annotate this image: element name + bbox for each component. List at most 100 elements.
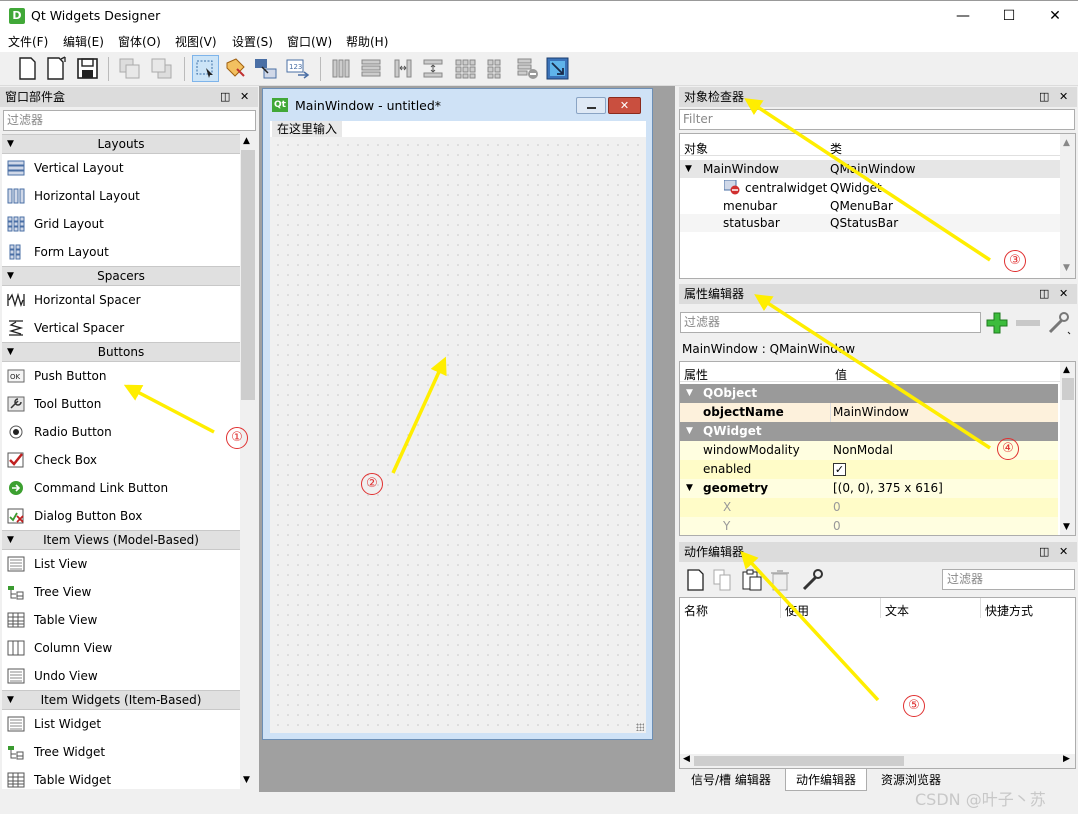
menu-help[interactable]: 帮助(H) [346,33,388,50]
property-value[interactable]: 0 [833,517,841,535]
float-icon[interactable]: ◫ [220,87,230,107]
property-row-x[interactable]: X 0 [680,498,1058,517]
column-shortcut[interactable]: 快捷方式 [985,602,1033,619]
expand-icon[interactable]: ▼ [685,160,692,178]
tree-row[interactable]: statusbar QStatusBar [680,214,1075,232]
configure-wrench-icon[interactable] [1046,310,1072,336]
scroll-down-icon[interactable]: ▼ [1063,522,1070,532]
enabled-checkbox[interactable]: ✓ [833,463,846,476]
edit-tab-order-icon[interactable]: 123 [284,55,311,82]
widget-item-list-view[interactable]: List View [2,550,240,578]
send-to-back-icon[interactable] [116,55,143,82]
widget-item-dialog-button-box[interactable]: Dialog Button Box [2,502,240,530]
widget-item-command-link-button[interactable]: Command Link Button [2,474,240,502]
scroll-right-icon[interactable]: ▶ [1063,754,1070,764]
layout-grid-icon[interactable] [452,55,479,82]
category-layouts[interactable]: ▼ Layouts [2,134,240,154]
form-window[interactable]: Qt MainWindow - untitled* ✕ 在这里输入 [262,88,653,740]
scroll-up-icon[interactable]: ▲ [1063,365,1070,375]
collapse-icon[interactable]: ▼ [7,343,14,361]
delete-action-icon[interactable] [768,568,792,592]
scroll-up-icon[interactable]: ▲ [1063,138,1070,148]
widget-item-push-button[interactable]: OK Push Button [2,362,240,390]
layout-v-splitter-icon[interactable] [420,55,447,82]
menu-form[interactable]: 窗体(O) [118,33,161,50]
layout-vertical-icon[interactable] [358,55,385,82]
open-file-icon[interactable] [43,55,70,82]
collapse-icon[interactable]: ▼ [7,531,14,549]
scroll-up-icon[interactable]: ▲ [243,136,250,146]
save-icon[interactable] [74,55,101,82]
close-icon[interactable]: ✕ [240,87,249,107]
action-filter-input[interactable]: 过滤器 [942,569,1075,590]
bring-to-front-icon[interactable] [148,55,175,82]
tab-action-editor[interactable]: 动作编辑器 [785,769,868,791]
object-inspector-filter-input[interactable]: Filter [679,109,1075,130]
tab-signal-slot-editor[interactable]: 信号/槽 编辑器 [681,769,781,791]
widget-item-check-box[interactable]: Check Box [2,446,240,474]
scroll-down-icon[interactable]: ▼ [243,775,250,785]
widget-item-column-view[interactable]: Column View [2,634,240,662]
edit-signals-icon[interactable] [222,55,249,82]
tree-row[interactable]: menubar QMenuBar [680,197,1075,215]
column-class[interactable]: 类 [830,140,842,157]
property-value[interactable]: [(0, 0), 375 x 616] [833,479,943,498]
widget-item-list-widget[interactable]: List Widget [2,710,240,738]
group-qwidget[interactable]: ▼ QWidget [680,422,1058,441]
menu-edit[interactable]: 编辑(E) [63,33,104,50]
scroll-thumb[interactable] [1062,378,1074,400]
new-action-icon[interactable] [686,568,706,592]
minimize-button[interactable]: — [940,1,986,31]
tree-row[interactable]: ▼ MainWindow QMainWindow [680,160,1075,178]
category-item-widgets-item-based[interactable]: ▼ Item Widgets (Item-Based) [2,690,240,710]
scroll-down-icon[interactable]: ▼ [1063,263,1070,273]
widget-item-tool-button[interactable]: Tool Button [2,390,240,418]
column-object[interactable]: 对象 [684,140,708,157]
close-button[interactable]: ✕ [1032,1,1078,31]
category-item-views-model-based[interactable]: ▼ Item Views (Model-Based) [2,530,240,550]
form-close-button[interactable]: ✕ [608,97,641,114]
menu-window[interactable]: 窗口(W) [287,33,332,50]
column-used[interactable]: 使用 [785,602,809,619]
widget-item-horizontal-spacer[interactable]: Horizontal Spacer [2,286,240,314]
widget-item-vertical-spacer[interactable]: Vertical Spacer [2,314,240,342]
configure-wrench-icon[interactable] [800,567,826,593]
object-tree-scrollbar[interactable]: ▲ ▼ [1060,134,1075,278]
layout-form-icon[interactable] [482,55,509,82]
widget-item-radio-button[interactable]: Radio Button [2,418,240,446]
property-row-geometry[interactable]: ▼ geometry [(0, 0), 375 x 616] [680,479,1058,498]
property-value[interactable]: 0 [833,498,841,517]
break-layout-icon[interactable] [514,55,541,82]
close-icon[interactable]: ✕ [1059,542,1068,562]
property-scrollbar[interactable]: ▲ ▼ [1060,362,1075,535]
menu-settings[interactable]: 设置(S) [232,33,273,50]
widget-item-horizontal-layout[interactable]: Horizontal Layout [2,182,240,210]
widget-item-undo-view[interactable]: Undo View [2,662,240,690]
collapse-icon[interactable]: ▼ [686,384,693,403]
property-value[interactable]: MainWindow [833,403,909,422]
widget-item-tree-view[interactable]: Tree View [2,578,240,606]
column-property[interactable]: 属性 [684,366,708,383]
form-canvas[interactable] [270,137,646,733]
menu-view[interactable]: 视图(V) [175,33,217,50]
collapse-icon[interactable]: ▼ [7,691,14,709]
property-value[interactable]: NonModal [833,441,893,460]
category-spacers[interactable]: ▼ Spacers [2,266,240,286]
paste-action-icon[interactable] [740,568,764,592]
new-file-icon[interactable] [14,55,41,82]
close-icon[interactable]: ✕ [1059,284,1068,304]
tree-row[interactable]: centralwidget QWidget [680,179,1075,197]
float-icon[interactable]: ◫ [1039,284,1049,304]
widget-item-vertical-layout[interactable]: Vertical Layout [2,154,240,182]
float-icon[interactable]: ◫ [1039,542,1049,562]
close-icon[interactable]: ✕ [1059,87,1068,107]
property-row-enabled[interactable]: enabled ✓ [680,460,1058,479]
column-name[interactable]: 名称 [684,602,708,619]
column-value[interactable]: 值 [835,366,847,383]
collapse-icon[interactable]: ▼ [686,479,693,498]
scroll-left-icon[interactable]: ◀ [683,754,690,764]
category-buttons[interactable]: ▼ Buttons [2,342,240,362]
float-icon[interactable]: ◫ [1039,87,1049,107]
collapse-icon[interactable]: ▼ [7,267,14,285]
layout-h-splitter-icon[interactable] [390,55,417,82]
